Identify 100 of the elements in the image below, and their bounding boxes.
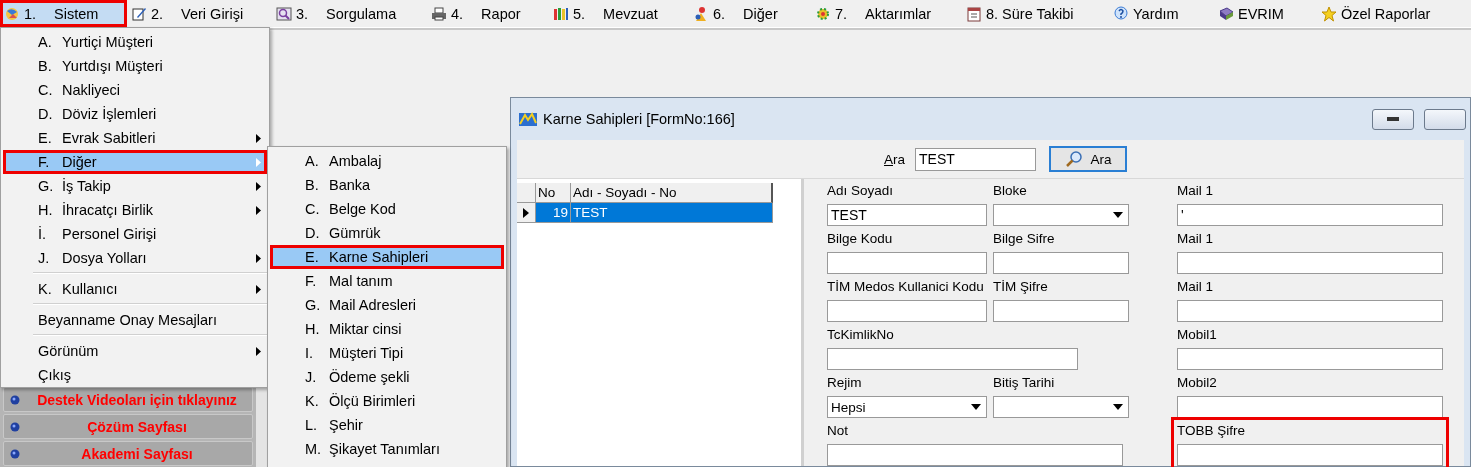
dropdown[interactable] xyxy=(993,396,1129,418)
menu-item[interactable]: B. Banka xyxy=(270,173,504,197)
calendar-icon xyxy=(966,5,982,22)
menu-bar-item[interactable]: EVRIM xyxy=(1214,0,1317,27)
menu-item[interactable]: C. Belge Kod xyxy=(270,197,504,221)
menu-item[interactable]: B. Yurtdışı Müşteri xyxy=(3,54,267,78)
row-indicator[interactable] xyxy=(517,203,536,223)
grid-corner xyxy=(517,183,536,203)
menu-item[interactable]: J. Dosya Yolları xyxy=(3,246,267,270)
form-icon xyxy=(519,111,537,127)
field-label: Rejim xyxy=(827,375,863,391)
text-field[interactable] xyxy=(827,444,1123,466)
submenu-arrow-icon xyxy=(256,181,261,191)
field-label: TcKimlikNo xyxy=(827,327,895,343)
magnifier-icon xyxy=(276,5,292,22)
dropdown[interactable] xyxy=(993,204,1129,226)
text-field[interactable]: ' xyxy=(1177,204,1443,226)
menu-bar-item[interactable]: 6. Diğer xyxy=(689,0,811,27)
row-pointer-icon xyxy=(523,207,529,218)
field-label: Not xyxy=(827,423,849,439)
menu-item[interactable]: L. Şehir xyxy=(270,413,504,437)
menu-bar-item[interactable]: Yardım xyxy=(1109,0,1214,27)
menu-bar-item[interactable]: 1. Sistem xyxy=(0,0,127,27)
submenu-arrow-icon xyxy=(256,157,261,167)
text-field[interactable] xyxy=(827,348,1078,370)
minimize-button[interactable] xyxy=(1372,108,1414,130)
field-label: Adı Soyadı xyxy=(827,183,895,199)
menu-bar-item[interactable]: 3. Sorgulama xyxy=(272,0,427,27)
menu-item[interactable]: Beyanname Onay Mesajları xyxy=(3,308,267,332)
logo-icon xyxy=(4,5,20,22)
book-icon xyxy=(1218,5,1234,22)
search-icon xyxy=(1064,150,1083,168)
field-label: Bloke xyxy=(993,183,1028,199)
menu-item[interactable]: Çıkış xyxy=(3,363,267,387)
menu-item[interactable]: A. Yurtiçi Müşteri xyxy=(3,30,267,54)
pencil-icon xyxy=(131,5,147,22)
menu-item[interactable]: K. Ölçü Birimleri xyxy=(270,389,504,413)
menu-bar-item[interactable]: 5. Mevzuat xyxy=(549,0,689,27)
text-field[interactable] xyxy=(1177,300,1443,322)
field-label: Mail 1 xyxy=(1177,183,1214,199)
menu-item[interactable]: H. İhracatçı Birlik xyxy=(3,198,267,222)
text-field[interactable] xyxy=(993,300,1129,322)
menu-item[interactable]: F. Diğer xyxy=(3,150,267,174)
submenu-arrow-icon xyxy=(256,133,261,143)
field-label: TOBB Şifre xyxy=(1177,423,1247,439)
field-label: Mobil1 xyxy=(1177,327,1218,343)
menu-item[interactable]: İ. Personel Girişi xyxy=(3,222,267,246)
menu-item[interactable]: D. Döviz İşlemleri xyxy=(3,102,267,126)
text-field[interactable] xyxy=(1177,348,1443,370)
printer-icon xyxy=(431,5,447,22)
dropdown[interactable]: Hepsi xyxy=(827,396,987,418)
gear-icon xyxy=(815,5,831,22)
text-field[interactable]: TEST xyxy=(827,204,987,226)
menu-item[interactable]: J. Ödeme şekli xyxy=(270,365,504,389)
search-button[interactable]: Ara xyxy=(1049,146,1127,172)
column-header[interactable]: Adı - Soyadı - No xyxy=(571,183,773,203)
submenu-arrow-icon xyxy=(256,284,261,294)
menu-item[interactable]: M. Şikayet Tanımları xyxy=(270,437,504,461)
figure-icon xyxy=(693,5,709,22)
menu-bar-item[interactable]: 8. Süre Takibi xyxy=(962,0,1109,27)
menu-item[interactable]: H. Miktar cinsi xyxy=(270,317,504,341)
field-label: Bilge Kodu xyxy=(827,231,894,247)
column-header[interactable]: No xyxy=(536,183,571,203)
text-field[interactable] xyxy=(827,252,987,274)
menu-item[interactable]: A. Ambalaj xyxy=(270,149,504,173)
menu-bar-item[interactable]: Özel Raporlar xyxy=(1317,0,1447,27)
menu-item[interactable]: K. Kullanıcı xyxy=(3,277,267,301)
bullet-icon xyxy=(10,448,20,459)
star-icon xyxy=(1321,5,1337,22)
menu-item[interactable]: D. Gümrük xyxy=(270,221,504,245)
field-label: Bilge Sifre xyxy=(993,231,1056,247)
field-label: Mobil2 xyxy=(1177,375,1218,391)
menu-item[interactable]: G. Mail Adresleri xyxy=(270,293,504,317)
menu-item[interactable]: Görünüm xyxy=(3,339,267,363)
table-cell: 19 xyxy=(536,203,571,223)
text-field[interactable] xyxy=(1177,252,1443,274)
menu-item[interactable]: C. Nakliyeci xyxy=(3,78,267,102)
field-label: Bitiş Tarihi xyxy=(993,375,1056,391)
submenu-arrow-icon xyxy=(256,346,261,356)
table-cell: TEST xyxy=(571,203,773,223)
text-field[interactable] xyxy=(1177,396,1443,418)
field-label: Mail 1 xyxy=(1177,279,1214,295)
menu-item[interactable]: E. Evrak Sabitleri xyxy=(3,126,267,150)
menu-item[interactable]: I. Müşteri Tipi xyxy=(270,341,504,365)
text-field[interactable] xyxy=(1177,444,1443,466)
menu-bar-item[interactable]: 2. Veri Girişi xyxy=(127,0,272,27)
menu-bar-item[interactable]: 7. Aktarımlar xyxy=(811,0,962,27)
text-field[interactable] xyxy=(993,252,1129,274)
bullet-icon xyxy=(10,421,20,432)
search-field[interactable]: TEST xyxy=(915,147,1036,171)
submenu-arrow-icon xyxy=(256,205,261,215)
menu-item[interactable]: F. Mal tanım xyxy=(270,269,504,293)
menu-bar-item[interactable]: 4. Rapor xyxy=(427,0,549,27)
text-field[interactable] xyxy=(827,300,987,322)
maximize-button[interactable] xyxy=(1424,108,1466,130)
menu-item[interactable]: G. İş Takip xyxy=(3,174,267,198)
minimize-icon xyxy=(1387,117,1399,121)
menu-item[interactable]: E. Karne Sahipleri xyxy=(270,245,504,269)
search-label: Ara xyxy=(884,151,905,167)
bullet-icon xyxy=(10,394,20,405)
